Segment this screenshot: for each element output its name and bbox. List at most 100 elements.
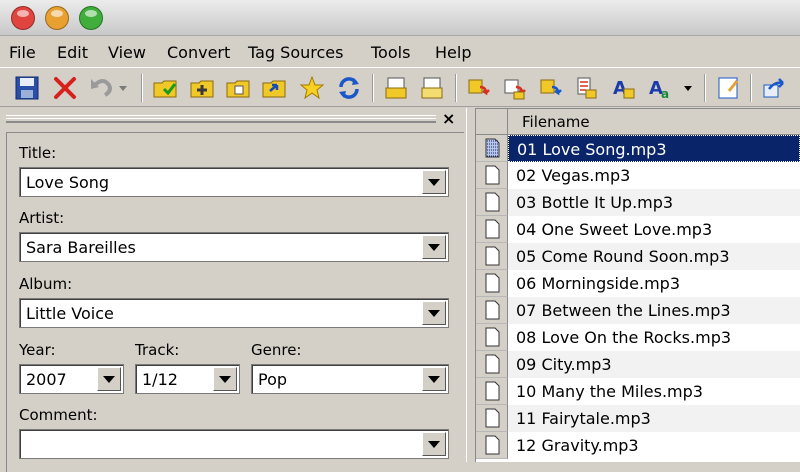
file-icon [485, 327, 500, 347]
file-row-header[interactable] [476, 162, 508, 189]
menu-edit[interactable]: Edit [57, 43, 88, 62]
filename-to-filename-icon[interactable] [535, 72, 567, 104]
list-header-corner [476, 109, 508, 135]
chevron-down-icon [103, 375, 115, 383]
file-row[interactable]: 03 Bottle It Up.mp3 [476, 189, 800, 216]
file-row-header[interactable] [476, 243, 508, 270]
file-row[interactable]: 11 Fairytale.mp3 [476, 405, 800, 432]
toolbar: A Aa [0, 67, 800, 107]
file-icon [485, 300, 500, 320]
menu-help[interactable]: Help [435, 43, 471, 62]
album-dropdown-button[interactable] [422, 301, 446, 325]
file-name: 09 City.mp3 [508, 351, 800, 378]
file-row-header[interactable] [476, 405, 508, 432]
file-icon [485, 165, 500, 185]
maximize-window-button[interactable] [79, 6, 103, 30]
file-row[interactable]: 10 Many the Miles.mp3 [476, 378, 800, 405]
genre-combo[interactable]: Pop [251, 364, 449, 394]
filename-to-tag-icon[interactable] [499, 72, 531, 104]
file-name: 01 Love Song.mp3 [508, 135, 800, 162]
menu-tools[interactable]: Tools [371, 43, 410, 62]
menu-tag-sources[interactable]: Tag Sources [248, 43, 343, 62]
refresh-icon[interactable] [333, 72, 365, 104]
exit-icon[interactable] [758, 72, 790, 104]
open-folder-icon[interactable] [149, 72, 181, 104]
export-icon[interactable] [258, 72, 290, 104]
artist-combo[interactable]: Sara Bareilles [19, 232, 449, 262]
file-row[interactable]: 02 Vegas.mp3 [476, 162, 800, 189]
undo-icon[interactable] [86, 72, 118, 104]
file-icon [485, 192, 500, 212]
menu-convert[interactable]: Convert [167, 43, 230, 62]
chevron-down-icon [428, 309, 440, 317]
copy-tag-icon[interactable] [380, 72, 412, 104]
file-row-header[interactable] [476, 216, 508, 243]
file-name: 03 Bottle It Up.mp3 [508, 189, 800, 216]
title-dropdown-button[interactable] [422, 170, 446, 194]
file-name: 10 Many the Miles.mp3 [516, 382, 703, 401]
year-combo[interactable]: 2007 [19, 364, 124, 394]
panel-grip[interactable] [6, 115, 436, 123]
file-row-header[interactable] [476, 270, 508, 297]
file-row[interactable]: 04 One Sweet Love.mp3 [476, 216, 800, 243]
file-name: 07 Between the Lines.mp3 [508, 297, 800, 324]
file-list: Filename 01 Love Song.mp3 02 Vegas.mp3 03 … [476, 108, 800, 462]
filename-column-header[interactable]: Filename [508, 109, 800, 135]
tag-to-tag-icon[interactable] [571, 72, 603, 104]
file-row-header[interactable] [476, 432, 508, 459]
case-dropdown-icon[interactable] [680, 72, 696, 104]
minimize-window-button[interactable] [45, 6, 69, 30]
genre-dropdown-button[interactable] [422, 367, 446, 391]
import-icon[interactable] [222, 72, 254, 104]
file-name: 06 Morningside.mp3 [516, 274, 681, 293]
file-row-header[interactable] [476, 297, 508, 324]
revert-icon[interactable] [49, 72, 81, 104]
tag-to-filename-icon[interactable] [463, 72, 495, 104]
album-label: Album: [19, 275, 73, 293]
year-dropdown-button[interactable] [97, 367, 121, 391]
file-row[interactable]: 01 Love Song.mp3 [476, 135, 800, 162]
save-icon[interactable] [11, 72, 43, 104]
close-window-button[interactable] [11, 6, 35, 30]
chevron-down-icon [428, 243, 440, 251]
file-selected-icon [485, 138, 500, 158]
file-row-header[interactable] [476, 378, 508, 405]
file-name: 11 Fairytale.mp3 [508, 405, 800, 432]
title-bar [0, 0, 800, 36]
undo-dropdown-icon[interactable] [115, 72, 131, 104]
file-name: 08 Love On the Rocks.mp3 [516, 328, 732, 347]
file-row-header[interactable] [476, 351, 508, 378]
album-combo[interactable]: Little Voice [19, 298, 449, 328]
file-row[interactable]: 05 Come Round Soon.mp3 [476, 243, 800, 270]
comment-combo[interactable] [19, 429, 449, 459]
file-icon [485, 246, 500, 266]
file-row[interactable]: 08 Love On the Rocks.mp3 [476, 324, 800, 351]
case-conversion-icon[interactable]: A [607, 72, 639, 104]
file-row-header[interactable] [476, 189, 508, 216]
edit-icon[interactable] [712, 72, 744, 104]
add-folder-icon[interactable] [186, 72, 218, 104]
file-icon [485, 435, 500, 455]
file-row[interactable]: 07 Between the Lines.mp3 [476, 297, 800, 324]
file-row-header[interactable] [476, 324, 508, 351]
track-combo[interactable]: 1/12 [135, 364, 240, 394]
comment-label: Comment: [19, 406, 98, 424]
menu-view[interactable]: View [108, 43, 146, 62]
file-row[interactable]: 06 Morningside.mp3 [476, 270, 800, 297]
file-row[interactable]: 12 Gravity.mp3 [476, 432, 800, 459]
title-combo[interactable]: Love Song [19, 167, 449, 197]
favorite-star-icon[interactable] [296, 72, 328, 104]
panel-close-button[interactable]: × [442, 109, 455, 128]
genre-label: Genre: [251, 341, 302, 359]
comment-dropdown-button[interactable] [422, 432, 446, 456]
file-row-header[interactable] [476, 135, 508, 162]
artist-dropdown-button[interactable] [422, 235, 446, 259]
paste-tag-icon[interactable] [416, 72, 448, 104]
file-row[interactable]: 09 City.mp3 [476, 351, 800, 378]
track-dropdown-button[interactable] [213, 367, 237, 391]
file-name: 02 Vegas.mp3 [516, 166, 631, 185]
case-conversion-alt-icon[interactable]: Aa [644, 72, 676, 104]
menu-file[interactable]: File [9, 43, 36, 62]
panel-splitter[interactable] [466, 108, 476, 462]
file-icon [485, 408, 500, 428]
